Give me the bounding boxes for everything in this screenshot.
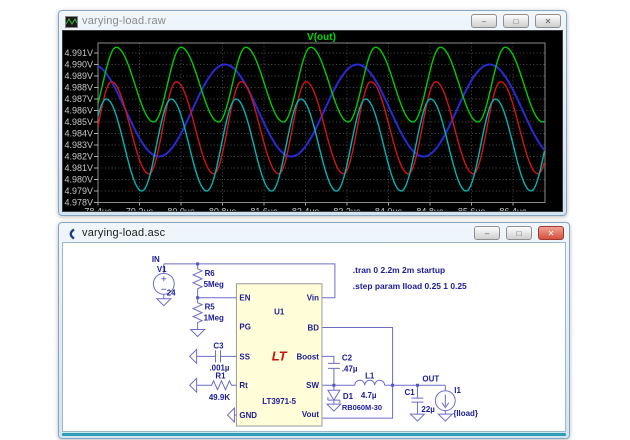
- c1-ref: C1: [405, 388, 416, 397]
- net-label-out[interactable]: OUT: [422, 374, 439, 383]
- r1-ref: R1: [215, 371, 226, 380]
- y-tick-label: 4.986V: [64, 106, 93, 116]
- x-tick-label: 81.6µs: [250, 207, 278, 212]
- component-c1[interactable]: C1 22µ: [405, 385, 436, 421]
- pin-pg: PG: [239, 323, 250, 332]
- ltspice-app-icon: [65, 227, 78, 239]
- close-button[interactable]: ✕: [535, 14, 561, 28]
- u1-part: LT3971-5: [262, 397, 296, 406]
- y-tick-label: 4.991V: [64, 48, 93, 58]
- x-tick-label: 85.6µs: [458, 207, 486, 212]
- r5-ref: R5: [205, 303, 216, 312]
- waveform-pane[interactable]: 4.991V4.990V4.989V4.988V4.987V4.986V4.98…: [62, 30, 563, 212]
- x-tick-label: 83.2µs: [333, 207, 361, 212]
- schematic-titlebar[interactable]: varying-load.asc – □ ✕: [59, 223, 569, 242]
- c1-value: 22µ: [421, 405, 435, 414]
- i1-value: {Iload}: [453, 409, 478, 418]
- plot-title[interactable]: V(out): [307, 32, 336, 43]
- y-tick-label: 4.981V: [64, 163, 93, 173]
- plot-border: [98, 43, 545, 203]
- waveform-titlebar[interactable]: varying-load.raw – □ ✕: [59, 11, 566, 30]
- r5-value: 1Meg: [204, 314, 224, 323]
- l1-ref: L1: [365, 371, 375, 380]
- directive-tran[interactable]: .tran 0 2.2m 2m startup: [353, 265, 445, 275]
- x-tick-label: 84.8µs: [416, 207, 444, 212]
- d1-ref: D1: [343, 392, 354, 401]
- pin-ss: SS: [239, 352, 250, 361]
- component-i1[interactable]: I1 {Iload}: [435, 385, 478, 421]
- component-r6[interactable]: R6 5Meg: [193, 264, 224, 298]
- x-tick-label: 80.0µs: [167, 207, 195, 212]
- window-title: varying-load.asc: [82, 227, 468, 239]
- c3-ref: C3: [213, 341, 224, 350]
- x-tick-label: 84.0µs: [375, 207, 403, 212]
- x-tick-label: 78.4µs: [84, 207, 112, 212]
- l1-value: 4.7µ: [361, 391, 377, 400]
- y-tick-label: 4.983V: [64, 140, 93, 150]
- minimize-button[interactable]: –: [471, 14, 497, 28]
- component-c3[interactable]: C3 .001µ: [190, 341, 237, 372]
- i1-ref: I1: [454, 386, 461, 395]
- maximize-button[interactable]: □: [503, 14, 529, 28]
- x-tick-label: 86.4µs: [499, 207, 527, 212]
- r6-ref: R6: [205, 269, 216, 278]
- v1-ref: V1: [157, 265, 167, 274]
- x-tick-label: 79.2µs: [126, 207, 154, 212]
- y-tick-label: 4.987V: [64, 94, 93, 104]
- d1-value: RB060M-30: [342, 403, 382, 412]
- directive-step[interactable]: .step param Iload 0.25 1 0.25: [353, 281, 467, 291]
- component-l1[interactable]: L1 4.7µ: [355, 371, 385, 400]
- y-tick-label: 4.979V: [64, 186, 93, 196]
- pin-sw: SW: [306, 381, 319, 390]
- minimize-button[interactable]: –: [474, 226, 500, 240]
- waveform-file-icon: [65, 15, 78, 27]
- component-r5[interactable]: R5 1Meg: [191, 298, 224, 337]
- component-u1[interactable]: EN PG SS Rt GND Vin BD Boost SW Vout U1 …: [236, 284, 322, 426]
- v1-value: 24: [167, 289, 176, 298]
- pin-gnd: GND: [239, 411, 257, 420]
- pin-vin: Vin: [307, 294, 319, 303]
- u1-ref: U1: [274, 308, 285, 317]
- schematic-window[interactable]: varying-load.asc – □ ✕ V1 24 IN: [58, 222, 570, 439]
- pin-rt: Rt: [239, 381, 248, 390]
- y-tick-label: 4.989V: [64, 71, 93, 81]
- r1-value: 49.9K: [209, 393, 230, 402]
- pin-vout: Vout: [302, 410, 319, 419]
- y-tick-label: 4.985V: [64, 117, 93, 127]
- net-label-in[interactable]: IN: [152, 255, 160, 264]
- vout-plot[interactable]: 4.991V4.990V4.989V4.988V4.987V4.986V4.98…: [63, 31, 562, 211]
- c2-ref: C2: [342, 353, 353, 362]
- y-tick-label: 4.984V: [64, 129, 93, 139]
- window-bottom-accent: [62, 433, 566, 436]
- maximize-button[interactable]: □: [506, 226, 532, 240]
- y-tick-label: 4.980V: [64, 175, 93, 185]
- component-r1[interactable]: R1 49.9K: [190, 371, 237, 402]
- r6-value: 5Meg: [204, 280, 224, 289]
- y-tick-label: 4.982V: [64, 152, 93, 162]
- pin-boost: Boost: [296, 352, 319, 361]
- lt-logo-icon: LT: [272, 348, 288, 363]
- c2-value: .47µ: [342, 364, 358, 373]
- component-c2[interactable]: C2 .47µ: [322, 353, 358, 385]
- window-title: varying-load.raw: [82, 15, 465, 27]
- y-tick-label: 4.990V: [64, 60, 93, 70]
- y-tick-label: 4.988V: [64, 83, 93, 93]
- close-button[interactable]: ✕: [538, 226, 564, 240]
- x-tick-label: 80.8µs: [209, 207, 237, 212]
- waveform-window[interactable]: varying-load.raw – □ ✕ 4.991V 4.990V4.989…: [58, 10, 567, 216]
- schematic-canvas[interactable]: V1 24 IN R6 5Meg R5 1Meg EN PG: [62, 242, 566, 432]
- schematic-svg[interactable]: V1 24 IN R6 5Meg R5 1Meg EN PG: [63, 243, 565, 431]
- pin-en: EN: [239, 294, 250, 303]
- x-tick-label: 82.4µs: [292, 207, 320, 212]
- gnd-pin-ground-icon: [227, 408, 236, 422]
- pin-bd: BD: [308, 324, 320, 333]
- component-v1[interactable]: V1 24: [153, 264, 176, 306]
